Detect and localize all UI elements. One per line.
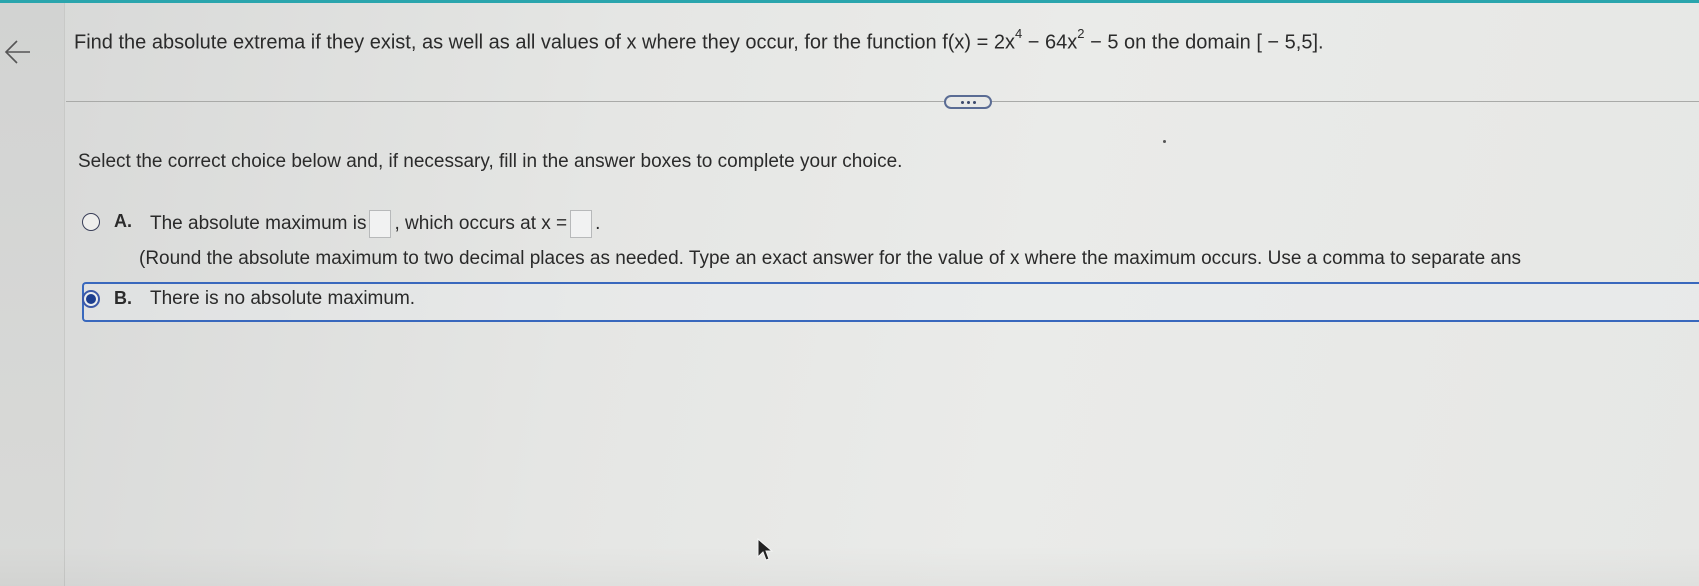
- expand-button[interactable]: [944, 95, 992, 109]
- ellipsis-icon: [972, 100, 976, 104]
- radio-choice-a[interactable]: [82, 213, 100, 231]
- choice-a-letter: A.: [114, 211, 132, 231]
- bottom-shading: [0, 546, 1699, 586]
- section-divider: [66, 101, 1699, 102]
- answer-box-maximum[interactable]: [369, 210, 392, 238]
- ellipsis-icon: [966, 100, 970, 104]
- choice-a-text-part2: , which occurs at x =: [394, 213, 568, 234]
- choice-b[interactable]: B. There is no absolute maximum.: [82, 287, 1699, 315]
- choice-b-text: There is no absolute maximum.: [150, 288, 416, 309]
- left-gutter: [0, 3, 65, 586]
- choice-a-text-part1: The absolute maximum is: [150, 213, 367, 234]
- question-text: Find the absolute extrema if they exist,…: [74, 26, 1324, 54]
- radio-selected-dot: [86, 294, 96, 304]
- choice-a-text: The absolute maximum is , which occurs a…: [150, 210, 600, 238]
- choice-b-letter: B.: [114, 288, 132, 308]
- radio-choice-b[interactable]: [82, 290, 100, 308]
- answer-box-x-value[interactable]: [570, 210, 593, 238]
- instruction-text: Select the correct choice below and, if …: [78, 151, 903, 172]
- speck: [1163, 140, 1166, 143]
- back-arrow-icon[interactable]: [4, 38, 32, 66]
- choice-a[interactable]: A. The absolute maximum is , which occur…: [82, 210, 1699, 276]
- choice-a-text-part3: .: [595, 213, 601, 234]
- choice-a-note: (Round the absolute maximum to two decim…: [139, 248, 1522, 269]
- top-accent-bar: [0, 0, 1699, 3]
- ellipsis-icon: [960, 100, 964, 104]
